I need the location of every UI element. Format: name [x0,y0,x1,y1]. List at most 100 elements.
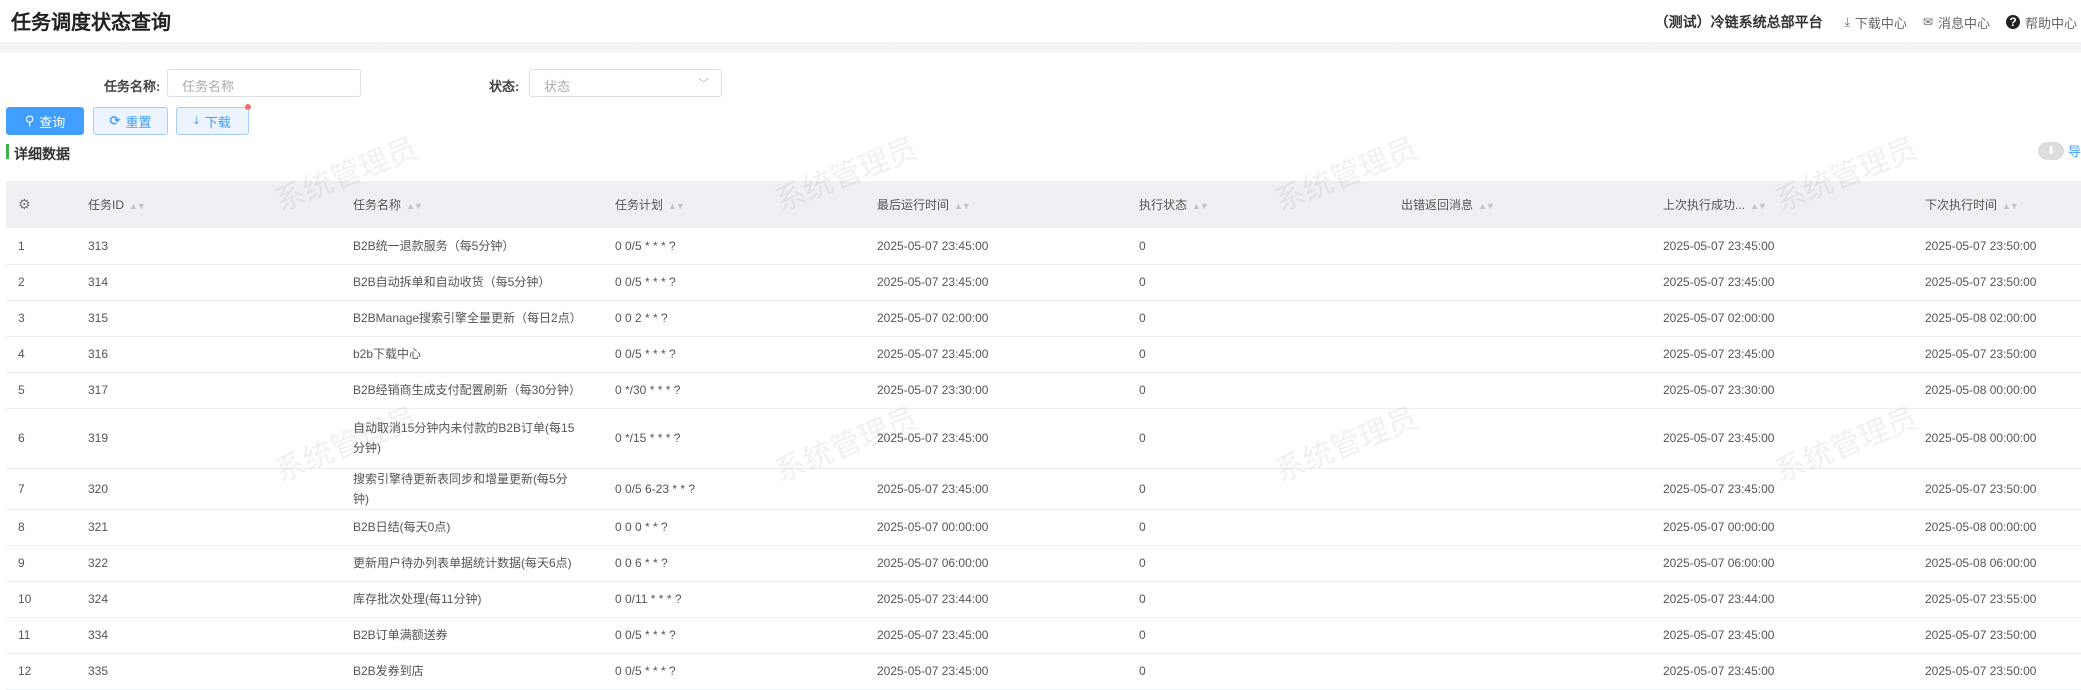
table-row[interactable]: 5 317 B2B经销商生成支付配置刷新（每30分钟） 0 */30 * * * ? 2… [6,372,2081,409]
download-icon: ⤓ [1844,14,1850,29]
sort-icon[interactable]: ▲▼ [668,201,685,211]
table-cell: 2025-05-07 23:55:00 [1913,581,2081,618]
table-cell: 0 [1127,617,1389,654]
table-cell: 0 [1127,300,1389,337]
sort-icon[interactable]: ▲▼ [1478,201,1495,211]
table-cell: 2025-05-07 23:50:00 [1913,468,2081,510]
table-cell: 3 [6,300,76,337]
column-settings[interactable]: ⚙ [6,181,76,228]
download-icon: ⤓ [194,114,199,127]
table-cell: B2BManage搜索引擎全量更新（每日2点） [341,300,603,337]
table-cell: 2025-05-07 23:45:00 [1651,468,1913,510]
table-row[interactable]: 11 334 B2B订单满额送券 0 0/5 * * * ? 2025-05-07 23… [6,617,2081,654]
table-cell: 0 0/5 * * * ? [603,228,865,265]
toolbar: ⚲ 查询 ⟳ 重置 ⤓ 下载 [0,104,2081,141]
sort-icon[interactable]: ▲▼ [2002,201,2019,211]
table-cell: 2025-05-07 00:00:00 [865,509,1127,546]
table-cell: B2B统一退款服务（每5分钟） [341,228,603,265]
column-header-label: 上次执行成功... [1663,198,1746,212]
column-header-label: 任务名称 [353,198,402,212]
table-cell: 2025-05-07 23:50:00 [1913,228,2081,265]
column-header[interactable]: 出错返回消息 ▲▼ [1389,181,1651,228]
table-cell: 8 [6,509,76,546]
table-cell: 0 0 2 * * ? [603,300,865,337]
table-cell: 2025-05-08 00:00:00 [1913,372,2081,409]
table-cell: 2025-05-07 23:50:00 [1913,264,2081,301]
table-cell: B2B日结(每天0点) [341,509,603,546]
export-button[interactable]: ⬇ 导 [2037,141,2081,160]
table-row[interactable]: 10 324 库存批次处理(每11分钟) 0 0/11 * * * ? 2025-05-… [6,581,2081,618]
sort-icon[interactable]: ▲▼ [954,201,971,211]
table-cell: 2025-05-07 23:45:00 [1651,336,1913,373]
table-cell: 0 [1127,545,1389,582]
table-cell: 6 [6,408,76,469]
table-row[interactable]: 4 316 b2b下载中心 0 0/5 * * * ? 2025-05-07 23:45… [6,336,2081,373]
table-cell [1389,545,1651,582]
table-cell: 11 [6,617,76,654]
download-center-link[interactable]: ⤓ 下载中心 [1845,13,1907,32]
table-row[interactable]: 8 321 B2B日结(每天0点) 0 0 0 * * ? 2025-05-07 00:… [6,509,2081,546]
export-label: 导 [2067,144,2081,159]
column-header[interactable]: 执行状态 ▲▼ [1127,181,1389,228]
column-header[interactable]: 上次执行成功... ▲▼ [1651,181,1913,228]
table-cell [1389,336,1651,373]
mail-icon: ✉ [1922,15,1933,29]
table-cell: 5 [6,372,76,409]
table-cell: 314 [76,264,341,301]
column-header[interactable]: 任务ID ▲▼ [76,181,341,228]
table-cell [1389,509,1651,546]
query-button[interactable]: ⚲ 查询 [6,107,84,135]
gear-icon[interactable]: ⚙ [18,196,31,212]
column-header[interactable]: 任务名称 ▲▼ [341,181,603,228]
table-row[interactable]: 1 313 B2B统一退款服务（每5分钟） 0 0/5 * * * ? 2025-05-… [6,228,2081,265]
table-cell: 2025-05-08 06:00:00 [1913,545,2081,582]
table-row[interactable]: 2 314 B2B自动拆单和自动收货（每5分钟） 0 0/5 * * * ? 2025-… [6,264,2081,301]
section-header: 详细数据 ⬇ 导 [0,141,2081,165]
table-cell: 2025-05-07 23:50:00 [1913,653,2081,690]
download-button[interactable]: ⤓ 下载 [176,104,251,135]
table-row[interactable]: 12 335 B2B发券到店 0 0/5 * * * ? 2025-05-07 23:4… [6,653,2081,690]
table-cell [1389,653,1651,690]
sort-icon[interactable]: ▲▼ [129,201,146,211]
task-name-label: 任务名称: [104,79,161,94]
table-cell: 2025-05-07 00:00:00 [1651,509,1913,546]
help-center-link[interactable]: ? 帮助中心 [2005,13,2077,32]
table-row[interactable]: 3 315 B2BManage搜索引擎全量更新（每日2点） 0 0 2 * * ? 20… [6,300,2081,337]
column-header[interactable]: 下次执行时间 ▲▼ [1913,181,2081,228]
table-cell: 更新用户待办列表单据统计数据(每天6点) [341,545,603,582]
table-cell: 0 [1127,264,1389,301]
task-name-input[interactable]: 任务名称 [167,69,361,97]
table-cell: 12 [6,653,76,690]
column-header[interactable]: 最后运行时间 ▲▼ [865,181,1127,228]
table-cell: 0 0/11 * * * ? [603,581,865,618]
sort-icon[interactable]: ▲▼ [1192,201,1209,211]
table-cell: 2025-05-07 23:45:00 [1651,653,1913,690]
cloud-download-icon: ⬇ [2037,141,2064,160]
task-table: ⚙ 任务ID ▲▼ 任务名称 ▲▼ 任务计划 ▲▼ 最后运行时间 ▲▼ 执行状态 ▲▼ 出错返回消息… [6,181,2081,690]
table-cell: 2025-05-07 23:50:00 [1913,336,2081,373]
table-row[interactable]: 6 319 自动取消15分钟内未付款的B2B订单(每15分钟) 0 */15 * * … [6,408,2081,469]
column-header[interactable]: 任务计划 ▲▼ [603,181,865,228]
table-row[interactable]: 7 320 搜索引擎待更新表同步和增量更新(每5分钟) 0 0/5 6-23 * * … [6,468,2081,510]
sort-icon[interactable]: ▲▼ [406,201,423,211]
table-cell: 2025-05-07 23:30:00 [865,372,1127,409]
reset-label: 重置 [125,114,152,130]
table-cell: 319 [76,408,341,469]
reset-button[interactable]: ⟳ 重置 [93,107,168,135]
table-cell: 2025-05-07 23:45:00 [1651,408,1913,469]
table-cell: 自动取消15分钟内未付款的B2B订单(每15分钟) [341,408,603,469]
status-select[interactable]: 状态 ﹀ [529,69,722,97]
table-cell: 0 */15 * * * ? [603,408,865,469]
column-header-label: 执行状态 [1139,198,1188,212]
message-center-link[interactable]: ✉ 消息中心 [1923,13,1990,32]
notification-dot [245,104,251,110]
table-cell: 7 [6,468,76,510]
table-row[interactable]: 9 322 更新用户待办列表单据统计数据(每天6点) 0 0 6 * * ? 2025-… [6,545,2081,582]
column-header-label: 最后运行时间 [877,198,950,212]
table-cell: 1 [6,228,76,265]
table-cell: 2025-05-08 00:00:00 [1913,509,2081,546]
table-cell: 0 */30 * * * ? [603,372,865,409]
table-cell [1389,228,1651,265]
sort-icon[interactable]: ▲▼ [1750,201,1767,211]
table-cell: 2025-05-07 02:00:00 [865,300,1127,337]
